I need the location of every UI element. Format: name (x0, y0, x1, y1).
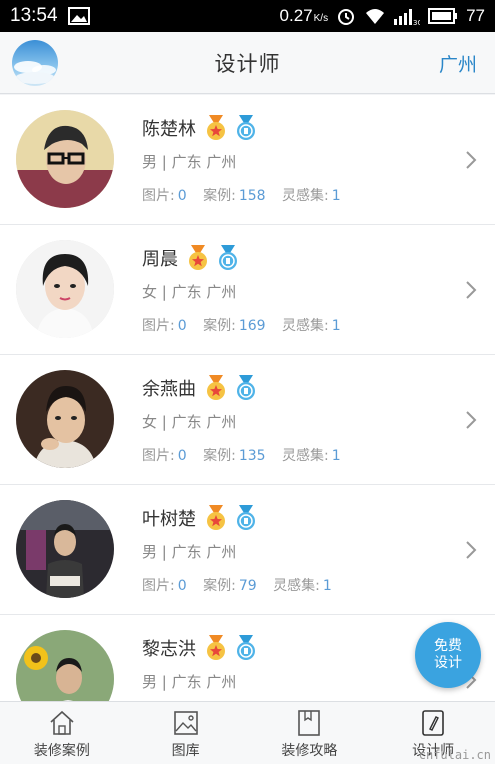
designer-row[interactable]: 叶树楚 男 | 广东 广州 图片: 0 案例: 79 灵感集: 1 (0, 485, 495, 615)
city-selector[interactable]: 广州 (439, 50, 477, 77)
designer-name: 陈楚林 (142, 119, 196, 140)
designer-stats: 图片: 0 案例: 169 灵感集: 1 (142, 318, 341, 334)
pictures-count: 0 (177, 448, 187, 464)
blue-medal-icon (237, 375, 255, 400)
blue-medal-icon (237, 115, 255, 140)
chevron-right-icon (466, 540, 477, 559)
designer-info: 男 | 广东 广州 (142, 543, 237, 561)
designer-row[interactable]: 陈楚林 男 | 广东 广州 图片: 0 案例: 158 灵感集: 1 (0, 95, 495, 225)
gold-medal-icon (207, 635, 225, 660)
pictures-count: 0 (177, 318, 187, 334)
cases-count: 169 (238, 318, 266, 334)
avatar (16, 370, 114, 468)
avatar (16, 500, 114, 598)
designer-name: 黎志洪 (142, 639, 196, 660)
page-title: 设计师 (214, 51, 281, 76)
svg-text:3G: 3G (413, 19, 420, 25)
designer-name: 余燕曲 (142, 379, 196, 400)
picture-icon (173, 711, 198, 735)
cases-count: 135 (238, 448, 266, 464)
gold-medal-icon (207, 375, 225, 400)
house-icon (50, 710, 74, 735)
clock: 13:54 (10, 5, 58, 26)
app-header: 设计师 广州 (0, 32, 495, 94)
status-bar: 13:54 0.27K/s 3G 77 (0, 0, 495, 32)
blue-medal-icon (237, 635, 255, 660)
blue-medal-icon (237, 505, 255, 530)
watermark: cnfulai.cn (418, 748, 491, 762)
inspirations-count: 1 (322, 578, 332, 594)
cases-count: 79 (238, 578, 257, 594)
gold-medal-icon (207, 115, 225, 140)
free-design-button[interactable]: 免费 设计 (415, 622, 481, 688)
tab-cases[interactable]: 装修案例 (0, 702, 124, 764)
alarm-icon (336, 6, 356, 26)
designer-info: 女 | 广东 广州 (142, 413, 237, 431)
signal-icon: 3G (394, 7, 420, 25)
designer-row[interactable]: 周晨 女 | 广东 广州 图片: 0 案例: 169 灵感集: 1 (0, 225, 495, 355)
avatar (16, 110, 114, 208)
avatar (16, 630, 114, 701)
designer-stats: 图片: 0 案例: 158 灵感集: 1 (142, 188, 341, 204)
tab-guides[interactable]: 装修攻略 (248, 702, 372, 764)
pictures-count: 0 (177, 188, 187, 204)
designer-stats: 图片: 0 案例: 79 灵感集: 1 (142, 578, 332, 594)
pencil-icon (422, 710, 444, 736)
inspirations-count: 1 (331, 188, 341, 204)
designer-info: 女 | 广东 广州 (142, 283, 237, 301)
battery-level: 77 (466, 6, 485, 25)
cases-count: 158 (238, 188, 266, 204)
chevron-right-icon (466, 410, 477, 429)
inspirations-count: 1 (331, 448, 341, 464)
gold-medal-icon (207, 505, 225, 530)
pictures-count: 0 (177, 578, 187, 594)
wifi-icon (364, 7, 386, 25)
chevron-right-icon (466, 150, 477, 169)
designer-name: 叶树楚 (142, 509, 196, 530)
designer-info: 男 | 广东 广州 (142, 153, 237, 171)
designer-info: 男 | 广东 广州 (142, 673, 237, 691)
avatar (16, 240, 114, 338)
bookmark-book-icon (298, 710, 321, 736)
designer-name: 周晨 (142, 249, 178, 270)
network-speed: 0.27K/s (279, 6, 329, 25)
tab-gallery[interactable]: 图库 (124, 702, 248, 764)
gold-medal-icon (189, 245, 207, 270)
gallery-notification-icon (67, 7, 90, 25)
designer-row[interactable]: 余燕曲 女 | 广东 广州 图片: 0 案例: 135 灵感集: 1 (0, 355, 495, 485)
inspirations-count: 1 (331, 318, 341, 334)
designer-list: 陈楚林 男 | 广东 广州 图片: 0 案例: 158 灵感集: 1 周晨 女 … (0, 95, 495, 701)
blue-medal-icon (219, 245, 237, 270)
battery-icon (428, 8, 458, 24)
designer-stats: 图片: 0 案例: 135 灵感集: 1 (142, 448, 341, 464)
app-logo[interactable] (12, 40, 58, 86)
chevron-right-icon (466, 280, 477, 299)
